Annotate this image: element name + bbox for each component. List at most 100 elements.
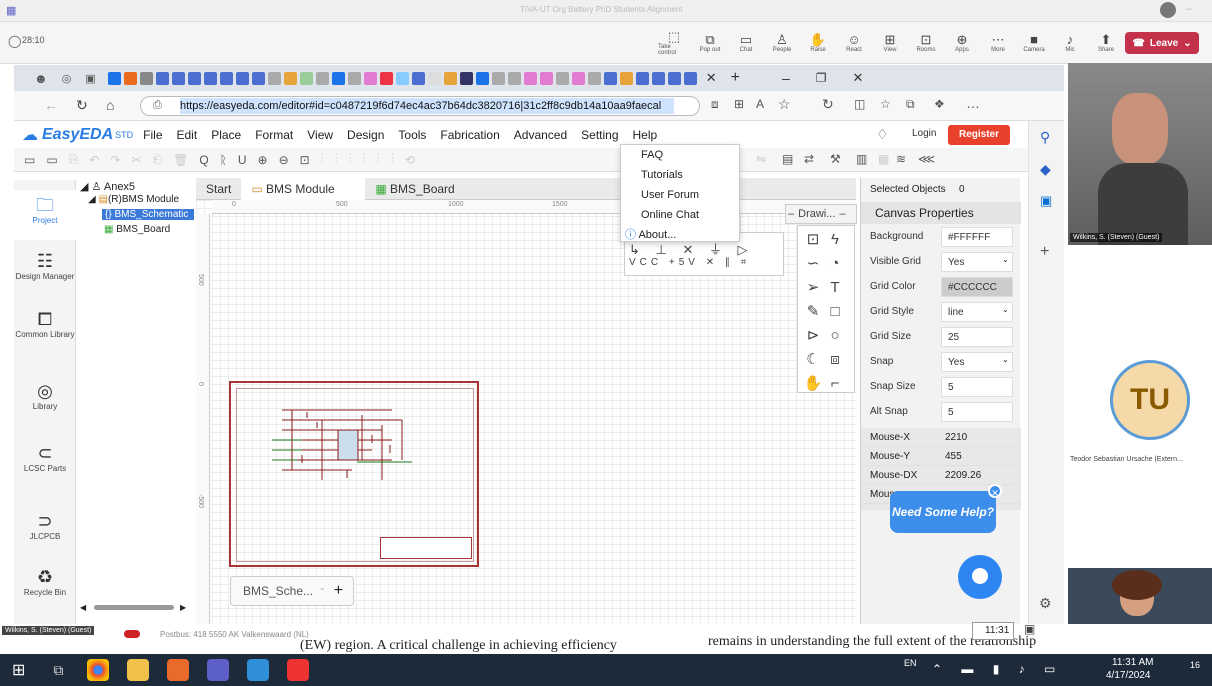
tree-board[interactable]: ▦ BMS_Board [104, 224, 170, 235]
grid-color-field[interactable]: #CCCCCC [941, 277, 1013, 297]
view-button[interactable]: ⊞ View [874, 24, 906, 62]
tab-bms-module[interactable]: ▭ BMS Module [241, 177, 366, 200]
expand-icon[interactable]: ◢ [88, 194, 96, 205]
menu-format[interactable]: Format [255, 128, 293, 142]
picture-icon[interactable]: ⧈ [824, 348, 846, 372]
tab-icon[interactable] [475, 71, 489, 85]
schematic-circuit[interactable] [262, 400, 422, 490]
menu-tools[interactable]: Tools [398, 128, 426, 142]
tab-icon[interactable] [635, 71, 649, 85]
power-tools-row[interactable]: VCC +5V ✕ ∥ ⌗ [629, 257, 750, 268]
need-help-bubble[interactable]: Need Some Help? [890, 491, 996, 533]
add-sidebar-icon[interactable]: + [1040, 243, 1049, 261]
tab-icon[interactable] [283, 71, 297, 85]
copy-icon[interactable]: ⎗ [152, 152, 162, 167]
tab-icon[interactable] [299, 71, 313, 85]
bom-icon[interactable]: ▤ [782, 152, 793, 166]
text-icon[interactable]: U [238, 153, 247, 167]
screen-share-icon[interactable]: ▣ [1024, 622, 1035, 636]
back-icon[interactable]: ← [44, 97, 58, 113]
convert-icon[interactable]: ⇄ [804, 152, 814, 166]
share-icon[interactable]: ⋘ [918, 152, 935, 166]
tab-icon[interactable] [555, 71, 569, 85]
grid-size-field[interactable]: 25 [941, 327, 1013, 347]
mic-button[interactable]: ♪ Mic [1054, 24, 1086, 62]
tab-icon[interactable] [523, 71, 537, 85]
find-replace-icon[interactable]: ᚱ [220, 153, 227, 167]
expand-icon[interactable]: ◢ [80, 181, 88, 193]
extension-icon[interactable]: ↻ [822, 96, 834, 113]
layers-stack-icon[interactable]: ≋ [896, 152, 906, 166]
favorites-icon[interactable]: ☆ [880, 97, 891, 111]
menu-item-user-forum[interactable]: User Forum [621, 185, 739, 205]
people-button[interactable]: ♙ People [766, 24, 798, 62]
take-control-button[interactable]: ⬚ Take control [658, 24, 690, 62]
snap-size-field[interactable]: 5 [941, 377, 1013, 397]
reader-icon[interactable]: ⧈ [711, 97, 719, 112]
tab-icon[interactable] [571, 71, 585, 85]
collapse-icon[interactable]: – [839, 208, 845, 220]
tab-icon[interactable] [427, 71, 441, 85]
zoom-in-icon[interactable]: ⊕ [258, 153, 268, 167]
scroll-left-icon[interactable]: ◀ [80, 603, 86, 612]
menu-place[interactable]: Place [211, 128, 241, 142]
zoom-out-icon[interactable]: ⊖ [279, 153, 289, 167]
firefox-icon[interactable] [167, 659, 190, 681]
text-tool-icon[interactable]: T [824, 276, 846, 300]
language-indicator[interactable]: EN [904, 658, 917, 668]
minimize-icon[interactable]: – [782, 70, 790, 86]
tab-icon[interactable] [491, 71, 505, 85]
favorite-star-icon[interactable]: ☆ [778, 96, 791, 113]
save-icon[interactable]: ⎘ [69, 152, 79, 167]
menu-item-about[interactable]: ⓘ About... [621, 225, 739, 245]
share-button[interactable]: ⬆ Share [1090, 24, 1122, 62]
close-window-icon[interactable]: ✕ [853, 70, 864, 86]
extensions-puzzle-icon[interactable]: ❖ [934, 97, 945, 111]
menu-item-faq[interactable]: FAQ [621, 145, 739, 165]
menu-fabrication[interactable]: Fabrication [440, 128, 499, 142]
tab-icon[interactable] [171, 71, 185, 85]
sheet-tab[interactable]: BMS_Sche... ⌃ + [230, 576, 354, 606]
image-icon[interactable]: ⊡ [802, 228, 824, 252]
apps-grid-icon[interactable]: ⊞ [734, 97, 744, 111]
align-icon[interactable]: ⫶ [349, 152, 352, 167]
raise-button[interactable]: ✋ Raise [802, 24, 834, 62]
circle-icon[interactable]: ○ [824, 324, 846, 348]
align-icon[interactable]: ⫶ [363, 152, 366, 167]
bezier-icon[interactable]: ∽ [802, 252, 824, 276]
align-icon[interactable]: ⫶ [391, 152, 394, 167]
tab-icon[interactable] [123, 71, 137, 85]
scrollbar-thumb[interactable] [94, 605, 174, 610]
menu-setting[interactable]: Setting [581, 128, 618, 142]
search-icon[interactable]: Q [199, 153, 208, 167]
delete-icon[interactable]: 🗑 [173, 153, 188, 167]
tab-icon[interactable] [107, 71, 121, 85]
tab-icon[interactable] [251, 71, 265, 85]
nav-project[interactable]: 🗀 Project [14, 190, 76, 240]
alt-snap-field[interactable]: 5 [941, 402, 1013, 422]
tab-icon[interactable] [395, 71, 409, 85]
tab-icon[interactable] [667, 71, 681, 85]
tab-icon[interactable] [683, 71, 697, 85]
tree-module[interactable]: ◢ ▤(R)BMS Module [88, 194, 179, 205]
cut-icon[interactable]: ✂ [131, 153, 141, 167]
avatar[interactable]: TU [1110, 360, 1190, 440]
tab-icon[interactable] [139, 71, 153, 85]
polygon-icon[interactable]: ⊳ [802, 324, 824, 348]
menu-advanced[interactable]: Advanced [514, 128, 567, 142]
clock-time[interactable]: 11:31 AM [1112, 657, 1154, 668]
teams-icon[interactable] [207, 659, 230, 681]
rooms-button[interactable]: ⊡ Rooms [910, 24, 942, 62]
more-menu-icon[interactable]: … [966, 95, 980, 111]
dimension-icon[interactable]: ⌐ [824, 372, 846, 396]
tab-icon[interactable] [587, 71, 601, 85]
acrobat-icon[interactable] [287, 659, 310, 681]
scroll-right-icon[interactable]: ▶ [180, 603, 186, 612]
hand-icon[interactable]: ✋ [802, 372, 824, 396]
collapse-icon[interactable]: – [788, 208, 794, 220]
edge-icon[interactable] [247, 659, 270, 681]
background-field[interactable]: #FFFFFF [941, 227, 1013, 247]
tab-icon[interactable] [379, 71, 393, 85]
tab-icon[interactable] [443, 71, 457, 85]
arrow-icon[interactable]: ➢ [802, 276, 824, 300]
